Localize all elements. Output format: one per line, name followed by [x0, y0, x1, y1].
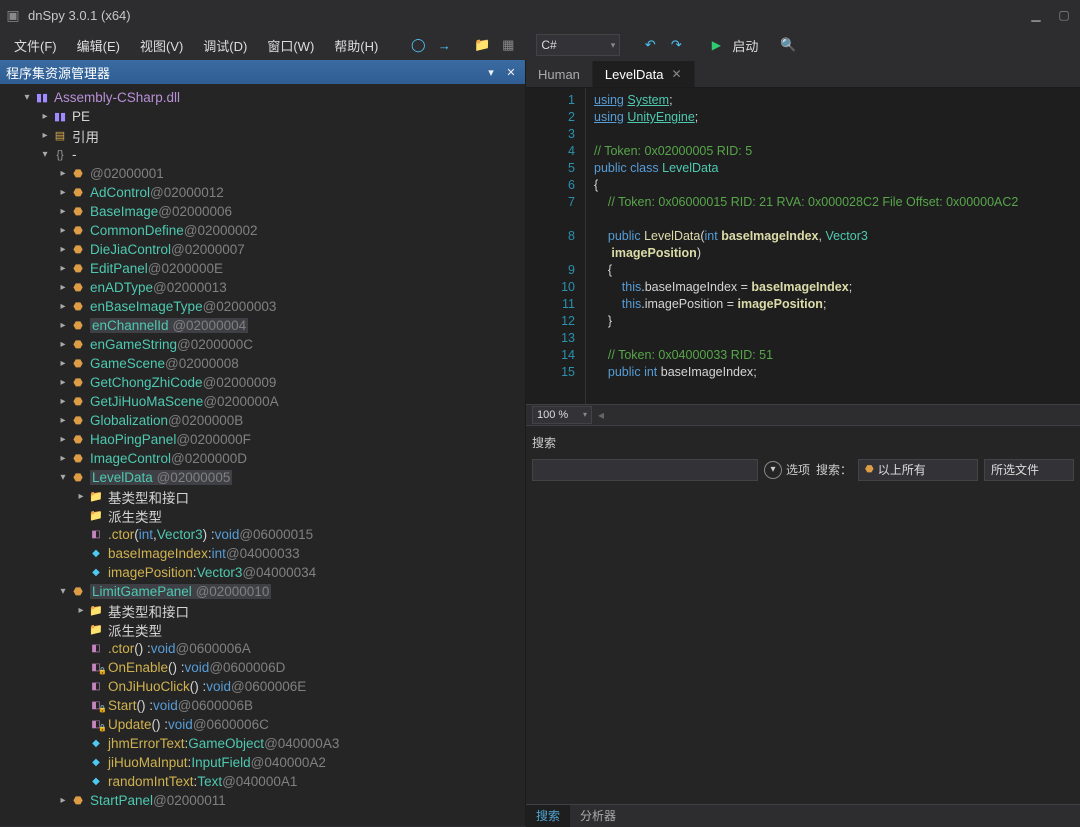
menu-debug[interactable]: 调试(D): [193, 32, 257, 59]
panel-dropdown-button[interactable]: ▾: [483, 64, 499, 80]
tree-field-imageposition[interactable]: ◆imagePosition : Vector3 @04000034: [0, 563, 525, 582]
close-icon[interactable]: ✕: [671, 67, 681, 81]
search-results[interactable]: [526, 489, 1080, 805]
tree-type[interactable]: ▸⬣BaseImage @02000006: [0, 202, 525, 221]
tree-base-types[interactable]: ▸📁基类型和接口: [0, 487, 525, 506]
tree-type-startpanel[interactable]: ▸⬣StartPanel @02000011: [0, 791, 525, 810]
app-title: dnSpy 3.0.1 (x64): [28, 8, 131, 23]
app-icon: ▣: [4, 6, 22, 24]
options-button[interactable]: ▾选项: [764, 461, 810, 479]
tree-type[interactable]: ▸⬣EditPanel @0200000E: [0, 259, 525, 278]
tree-type[interactable]: ▸⬣Globalization @0200000B: [0, 411, 525, 430]
forward-button[interactable]: →: [434, 35, 454, 55]
open-button[interactable]: 📁: [472, 35, 492, 55]
bottom-tab-search[interactable]: 搜索: [526, 805, 570, 827]
tree-type[interactable]: ▸⬣enGameString @0200000C: [0, 335, 525, 354]
tree-field[interactable]: ◆jhmErrorText : GameObject @040000A3: [0, 734, 525, 753]
zoom-selector[interactable]: 100 %▾: [532, 406, 592, 424]
tree-type[interactable]: ▸⬣DieJiaControl @02000007: [0, 240, 525, 259]
tree-type[interactable]: ▸⬣enChannelId @02000004: [0, 316, 525, 335]
redo-button[interactable]: ↷: [666, 35, 686, 55]
editor-panel: Human LevelData✕ 123456789101112131415 u…: [525, 60, 1080, 826]
chevron-down-icon: ▾: [611, 40, 616, 51]
start-label[interactable]: 启动: [732, 36, 758, 55]
toolbar: ◯ → 📁 ▦ C# ▾ ↶ ↷ ▶ 启动 🔍: [408, 34, 798, 56]
tree-type[interactable]: ▸⬣ @02000001: [0, 164, 525, 183]
minimize-button[interactable]: ▁: [1024, 5, 1048, 25]
bottom-tabs: 搜索 分析器: [526, 804, 1080, 826]
search-type-selector[interactable]: ⬣以上所有: [858, 459, 978, 481]
tree-method[interactable]: ◧Update() : void @0600006C: [0, 715, 525, 734]
back-button[interactable]: ◯: [408, 35, 428, 55]
tree-references[interactable]: ▸▤引用: [0, 126, 525, 145]
bottom-tab-analyzer[interactable]: 分析器: [570, 805, 626, 827]
tree-method-ctor[interactable]: ◧.ctor(int, Vector3) : void @06000015: [0, 525, 525, 544]
panel-title: 程序集资源管理器: [6, 63, 110, 82]
tree-assembly-root[interactable]: ▾▮▮Assembly-CSharp.dll: [0, 88, 525, 107]
tree-type[interactable]: ▸⬣ImageControl @0200000D: [0, 449, 525, 468]
tab-human[interactable]: Human: [526, 61, 593, 87]
assembly-tree[interactable]: ▾▮▮Assembly-CSharp.dll ▸▮▮PE ▸▤引用 ▾{}- ▸…: [0, 84, 525, 826]
tree-type[interactable]: ▸⬣enADType @02000013: [0, 278, 525, 297]
assembly-explorer-panel: 程序集资源管理器 ▾ ✕ ▾▮▮Assembly-CSharp.dll ▸▮▮P…: [0, 60, 525, 826]
tree-derived-types[interactable]: 📁派生类型: [0, 506, 525, 525]
tree-type[interactable]: ▸⬣GetJiHuoMaScene @0200000A: [0, 392, 525, 411]
editor-tabs: Human LevelData✕: [526, 60, 1080, 88]
language-value: C#: [541, 38, 556, 52]
tree-derived-types[interactable]: 📁派生类型: [0, 620, 525, 639]
tree-type[interactable]: ▸⬣enBaseImageType @02000003: [0, 297, 525, 316]
save-button[interactable]: ▦: [498, 35, 518, 55]
tree-type[interactable]: ▸⬣GetChongZhiCode @02000009: [0, 373, 525, 392]
zoom-bar: 100 %▾ ◂: [526, 404, 1080, 426]
start-button[interactable]: ▶: [706, 35, 726, 55]
tree-type[interactable]: ▸⬣HaoPingPanel @0200000F: [0, 430, 525, 449]
tree-field[interactable]: ◆jiHuoMaInput : InputField @040000A2: [0, 753, 525, 772]
search-panel: 搜索 ▾选项 搜索： ⬣以上所有 所选文件: [526, 426, 1080, 489]
panel-header: 程序集资源管理器 ▾ ✕: [0, 60, 525, 84]
search-button[interactable]: 🔍: [778, 35, 798, 55]
menu-help[interactable]: 帮助(H): [324, 32, 388, 59]
menu-file[interactable]: 文件(F): [4, 32, 67, 59]
menu-edit[interactable]: 编辑(E): [67, 32, 130, 59]
tree-field[interactable]: ◆randomIntText : Text @040000A1: [0, 772, 525, 791]
tree-type[interactable]: ▸⬣GameScene @02000008: [0, 354, 525, 373]
tree-type[interactable]: ▸⬣AdControl @02000012: [0, 183, 525, 202]
tree-pe[interactable]: ▸▮▮PE: [0, 107, 525, 126]
line-gutter: 123456789101112131415: [526, 88, 586, 404]
menu-window[interactable]: 窗口(W): [257, 32, 324, 59]
search-label: 搜索：: [816, 461, 852, 478]
tree-method[interactable]: ◧Start() : void @0600006B: [0, 696, 525, 715]
tree-method[interactable]: ◧OnEnable() : void @0600006D: [0, 658, 525, 677]
menu-view[interactable]: 视图(V): [130, 32, 193, 59]
tree-type-leveldata[interactable]: ▾⬣LevelData @02000005: [0, 468, 525, 487]
tree-type[interactable]: ▸⬣CommonDefine @02000002: [0, 221, 525, 240]
maximize-button[interactable]: ▢: [1052, 5, 1076, 25]
search-title: 搜索: [532, 432, 1074, 457]
menu-bar: 文件(F) 编辑(E) 视图(V) 调试(D) 窗口(W) 帮助(H) ◯ → …: [0, 30, 1080, 60]
tree-type-limitgamepanel[interactable]: ▾⬣LimitGamePanel @02000010: [0, 582, 525, 601]
tab-leveldata[interactable]: LevelData✕: [593, 61, 695, 87]
tree-base-types[interactable]: ▸📁基类型和接口: [0, 601, 525, 620]
search-input[interactable]: [532, 459, 758, 481]
title-bar: ▣ dnSpy 3.0.1 (x64) ▁ ▢: [0, 0, 1080, 30]
undo-button[interactable]: ↶: [640, 35, 660, 55]
tree-field-baseimageindex[interactable]: ◆baseImageIndex : int @04000033: [0, 544, 525, 563]
search-scope-selector[interactable]: 所选文件: [984, 459, 1074, 481]
panel-close-button[interactable]: ✕: [503, 64, 519, 80]
code-editor[interactable]: using System; using UnityEngine; // Toke…: [586, 88, 1080, 404]
language-selector[interactable]: C# ▾: [536, 34, 620, 56]
tree-method[interactable]: ◧OnJiHuoClick() : void @0600006E: [0, 677, 525, 696]
tree-namespace[interactable]: ▾{}-: [0, 145, 525, 164]
tree-method[interactable]: ◧.ctor() : void @0600006A: [0, 639, 525, 658]
